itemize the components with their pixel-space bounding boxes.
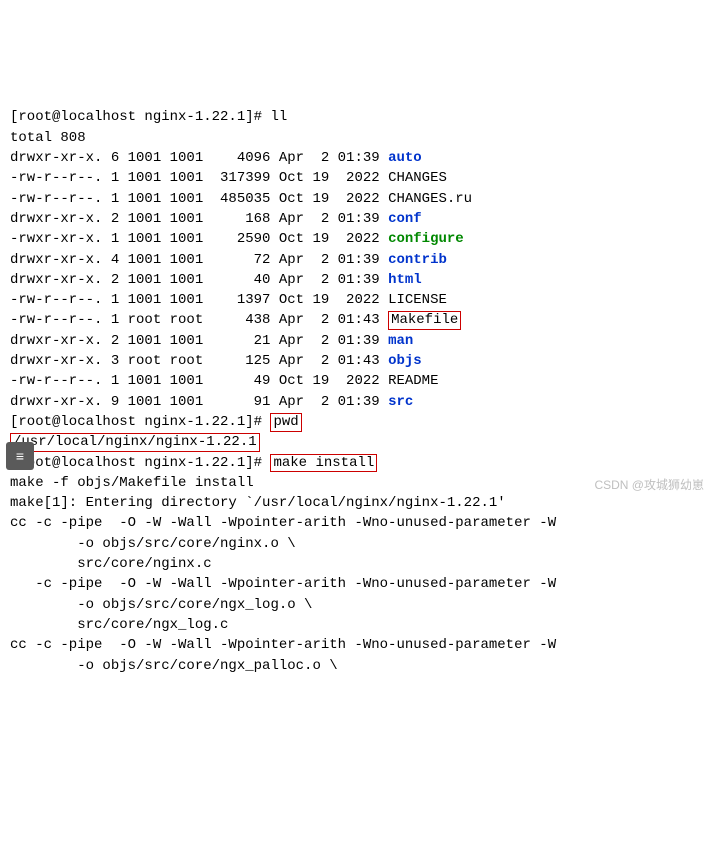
file-name: LICENSE bbox=[388, 292, 447, 308]
list-item: drwxr-xr-x. 9 1001 1001 91 Apr 2 01:39 s… bbox=[10, 394, 413, 410]
file-name: src bbox=[388, 394, 413, 410]
list-item: drwxr-xr-x. 2 1001 1001 168 Apr 2 01:39 … bbox=[10, 211, 422, 227]
list-item: drwxr-xr-x. 4 1001 1001 72 Apr 2 01:39 c… bbox=[10, 252, 447, 268]
shell-prompt: [root@localhost nginx-1.22.1]# bbox=[10, 109, 270, 125]
file-name: auto bbox=[388, 150, 422, 166]
list-item: drwxr-xr-x. 2 1001 1001 21 Apr 2 01:39 m… bbox=[10, 333, 413, 349]
file-name: CHANGES.ru bbox=[388, 191, 472, 207]
file-name: Makefile bbox=[388, 311, 461, 330]
output-line: cc -c -pipe -O -W -Wall -Wpointer-arith … bbox=[10, 515, 556, 531]
terminal-output: [root@localhost nginx-1.22.1]# ll total … bbox=[10, 87, 702, 696]
list-item: drwxr-xr-x. 6 1001 1001 4096 Apr 2 01:39… bbox=[10, 150, 422, 166]
output-line: src/core/ngx_log.c bbox=[10, 617, 228, 633]
floating-button[interactable]: ≡ bbox=[6, 442, 34, 470]
file-listing: drwxr-xr-x. 6 1001 1001 4096 Apr 2 01:39… bbox=[10, 148, 702, 412]
output-line: -o objs/src/core/nginx.o \ bbox=[10, 536, 296, 552]
output-line: make[1]: Entering directory `/usr/local/… bbox=[10, 495, 506, 511]
list-item: -rw-r--r--. 1 1001 1001 1397 Oct 19 2022… bbox=[10, 292, 447, 308]
file-name: conf bbox=[388, 211, 422, 227]
output-line: -c -pipe -O -W -Wall -Wpointer-arith -Wn… bbox=[10, 576, 556, 592]
file-name: man bbox=[388, 333, 413, 349]
file-name: contrib bbox=[388, 252, 447, 268]
output-line: -o objs/src/core/ngx_palloc.o \ bbox=[10, 658, 338, 674]
watermark-text: CSDN @攻城狮幼崽 bbox=[594, 477, 704, 494]
list-item: -rw-r--r--. 1 1001 1001 49 Oct 19 2022 R… bbox=[10, 373, 438, 389]
output-line: -o objs/src/core/ngx_log.o \ bbox=[10, 597, 312, 613]
menu-icon: ≡ bbox=[16, 446, 24, 466]
command-pwd: pwd bbox=[270, 413, 301, 432]
make-output: make -f objs/Makefile install make[1]: E… bbox=[10, 473, 702, 676]
file-name: html bbox=[388, 272, 422, 288]
output-line: cc -c -pipe -O -W -Wall -Wpointer-arith … bbox=[10, 637, 556, 653]
total-line: total 808 bbox=[10, 130, 86, 146]
list-item: -rw-r--r--. 1 1001 1001 485035 Oct 19 20… bbox=[10, 191, 472, 207]
file-name: configure bbox=[388, 231, 464, 247]
output-line: make -f objs/Makefile install bbox=[10, 475, 254, 491]
command-make-install: make install bbox=[270, 454, 377, 473]
shell-prompt: [root@localhost nginx-1.22.1]# bbox=[10, 414, 270, 430]
list-item: -rw-r--r--. 1 root root 438 Apr 2 01:43 … bbox=[10, 312, 461, 328]
file-name: README bbox=[388, 373, 438, 389]
pwd-output: /usr/local/nginx/nginx-1.22.1 bbox=[10, 433, 260, 452]
list-item: drwxr-xr-x. 3 root root 125 Apr 2 01:43 … bbox=[10, 353, 422, 369]
shell-prompt: [root@localhost nginx-1.22.1]# bbox=[10, 455, 270, 471]
file-name: CHANGES bbox=[388, 170, 447, 186]
list-item: -rw-r--r--. 1 1001 1001 317399 Oct 19 20… bbox=[10, 170, 447, 186]
list-item: drwxr-xr-x. 2 1001 1001 40 Apr 2 01:39 h… bbox=[10, 272, 422, 288]
file-name: objs bbox=[388, 353, 422, 369]
output-line: src/core/nginx.c bbox=[10, 556, 212, 572]
command-ll: ll bbox=[270, 109, 287, 125]
list-item: -rwxr-xr-x. 1 1001 1001 2590 Oct 19 2022… bbox=[10, 231, 464, 247]
